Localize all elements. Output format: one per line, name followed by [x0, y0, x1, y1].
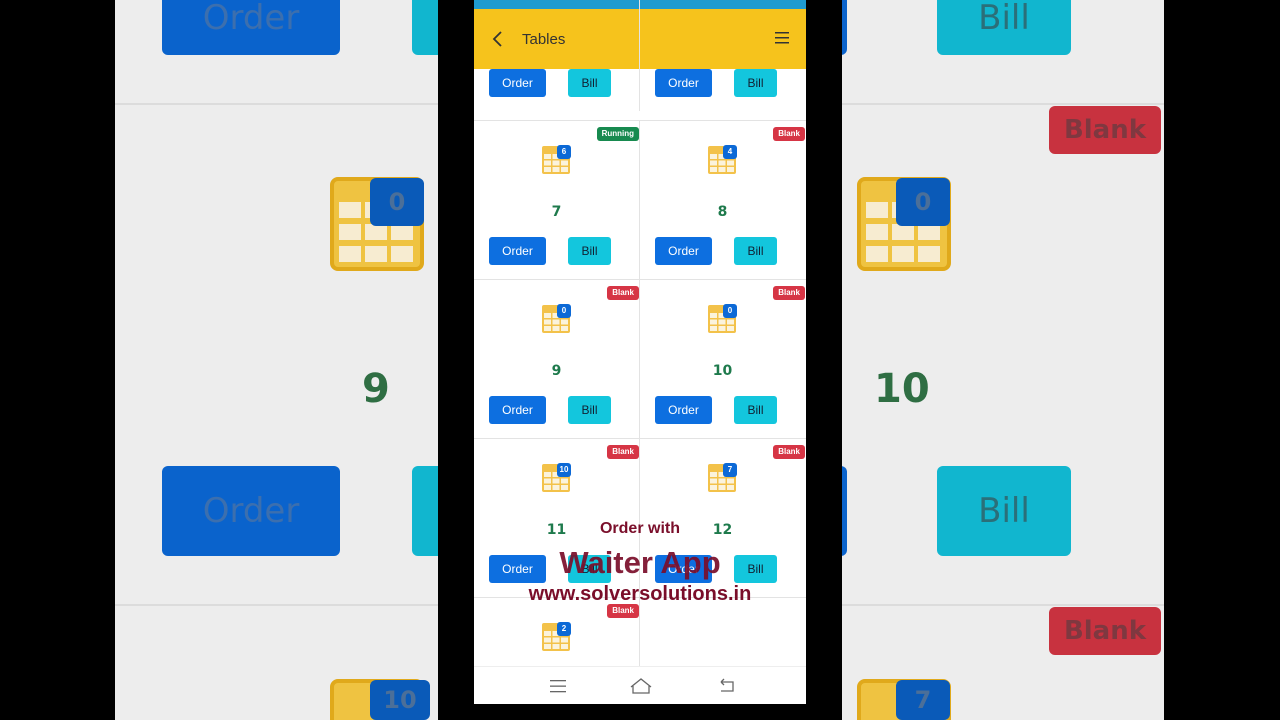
guest-count: 7: [723, 463, 737, 477]
recent-apps-icon[interactable]: [548, 676, 568, 696]
system-navigation-bar: [474, 666, 806, 704]
bg-divider-bottom: [842, 604, 1164, 606]
watermark-line-1: Order with: [599, 520, 680, 537]
bill-button[interactable]: Bill: [568, 396, 611, 424]
order-button[interactable]: Order: [489, 237, 546, 265]
guest-count: 0: [723, 304, 737, 318]
home-icon[interactable]: [629, 676, 653, 696]
order-button[interactable]: Order: [655, 69, 712, 97]
bg-guest-count-top: 0: [370, 178, 424, 226]
guest-count: 6: [557, 145, 571, 159]
video-frame: Order 0 9 Order 10 Bill Blank 0 10 Bill …: [0, 0, 1280, 720]
table-card-9[interactable]: Blank 0 9 Order Bill: [474, 280, 640, 438]
bg-divider: [842, 103, 1164, 105]
table-number: 7: [551, 204, 562, 220]
bg-bill-button: Bill: [937, 466, 1071, 556]
table-icon: 10: [541, 463, 571, 493]
table-icon: 6: [541, 145, 571, 175]
guest-count: 4: [723, 145, 737, 159]
status-badge: Blank: [773, 286, 805, 300]
table-icon: 7: [707, 463, 737, 493]
background-left-panel: Order 0 9 Order 10: [115, 0, 438, 720]
bg-order-button: Order: [162, 466, 340, 556]
order-button[interactable]: Order: [489, 69, 546, 97]
bill-button[interactable]: Bill: [734, 69, 777, 97]
bg-bill-button: [412, 466, 438, 556]
table-card-10[interactable]: Blank 0 10 Order Bill: [640, 280, 805, 438]
bg-order-edge-top: [842, 0, 847, 55]
bill-button[interactable]: Bill: [568, 237, 611, 265]
bg-bill-label: Bill: [978, 491, 1030, 531]
status-badge: Blank: [607, 604, 639, 618]
table-card-7[interactable]: Running 6 7 Order Bill: [474, 121, 640, 279]
table-card-partial-left: Order Bill: [474, 0, 640, 111]
table-icon: 2: [541, 622, 571, 652]
bg-guest-count-bottom: 10: [370, 680, 430, 720]
back-nav-icon[interactable]: [717, 676, 737, 696]
table-card-partial-right: Order Bill: [640, 0, 805, 111]
bg-table-number: 10: [874, 366, 930, 412]
table-number: 9: [551, 363, 562, 379]
order-button[interactable]: Order: [489, 396, 546, 424]
bg-bill-button-top: [412, 0, 438, 55]
order-button[interactable]: Order: [655, 396, 712, 424]
status-badge: Blank: [773, 127, 805, 141]
background-right-panel: Bill Blank 0 10 Bill Blank 7: [842, 0, 1164, 720]
bg-bill-label-top: Bill: [978, 0, 1030, 38]
table-number: 8: [717, 204, 728, 220]
order-button[interactable]: Order: [655, 237, 712, 265]
bill-button[interactable]: Bill: [734, 237, 777, 265]
table-icon: 4: [707, 145, 737, 175]
bg-table-number: 9: [362, 366, 390, 412]
table-card-8[interactable]: Blank 4 8 Order Bill: [640, 121, 805, 279]
bill-button[interactable]: Bill: [568, 69, 611, 97]
watermark-url: www.solversolutions.in: [528, 583, 752, 605]
table-icon: 0: [707, 304, 737, 334]
bill-button[interactable]: Bill: [734, 396, 777, 424]
status-badge: Blank: [607, 286, 639, 300]
bg-divider-bottom: [115, 604, 438, 606]
status-badge: Blank: [773, 445, 805, 459]
status-badge: Running: [596, 127, 639, 141]
bg-bill-button-top: Bill: [937, 0, 1071, 55]
table-icon: 0: [541, 304, 571, 334]
guest-count: 2: [557, 622, 571, 636]
watermark-app-name: Waiter App: [559, 545, 721, 580]
guest-count: 0: [557, 304, 571, 318]
bg-blank-badge-top: Blank: [1049, 106, 1161, 154]
bg-order-label: Order: [202, 491, 300, 531]
bg-order-label-top: Order: [202, 0, 300, 38]
bg-order-button-top: Order: [162, 0, 340, 55]
bg-order-edge: [842, 466, 847, 556]
bg-guest-count-top: 0: [896, 178, 950, 226]
status-badge: Blank: [607, 445, 639, 459]
guest-count: 10: [557, 463, 571, 477]
bg-blank-badge-bottom: Blank: [1049, 607, 1161, 655]
table-number: 10: [712, 363, 733, 379]
bg-guest-count-bottom: 7: [896, 680, 950, 720]
bg-divider: [115, 103, 438, 105]
